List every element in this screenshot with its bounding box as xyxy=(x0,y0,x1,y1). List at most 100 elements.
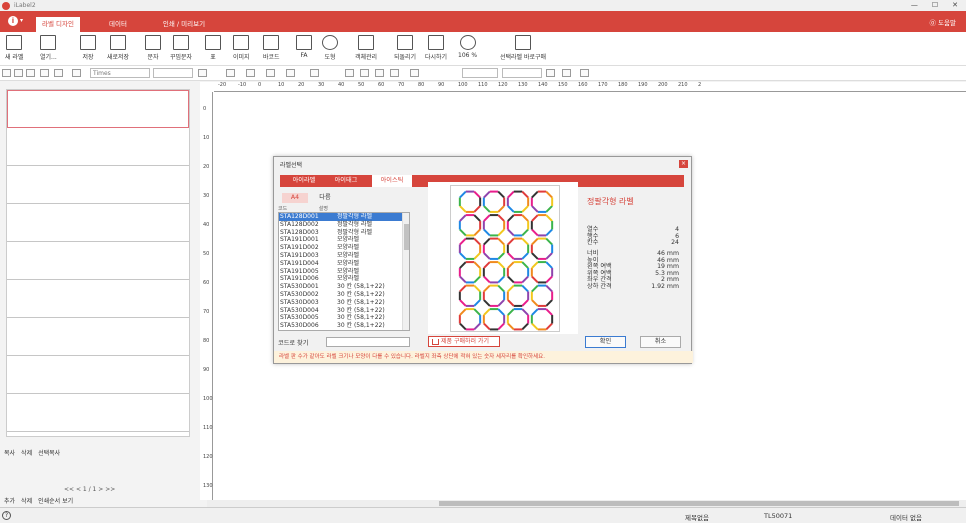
cancel-button[interactable]: 취소 xyxy=(640,336,681,348)
list-item[interactable]: STA191D003 모양라벨 xyxy=(279,252,409,260)
fill-icon[interactable] xyxy=(410,69,419,77)
page-actions: 추가 삭제 인쇄순서 보기 xyxy=(4,496,73,505)
redo-button[interactable]: 다시하기 xyxy=(425,35,447,61)
align-left-icon[interactable] xyxy=(345,69,354,77)
label-thumbnail[interactable] xyxy=(7,242,189,280)
barcode-button[interactable]: 바코드 xyxy=(263,35,280,61)
ok-button[interactable]: 확인 xyxy=(585,336,626,348)
code-search-input[interactable] xyxy=(326,337,410,347)
label-thumbnail[interactable] xyxy=(7,166,189,204)
pattern-icon[interactable] xyxy=(562,69,571,77)
octagon-edge xyxy=(483,252,491,260)
bold-icon[interactable] xyxy=(198,69,207,77)
open-button[interactable]: 열기... xyxy=(40,35,57,61)
line-width-select[interactable] xyxy=(462,68,498,78)
tab-label-design[interactable]: 라벨 디자인 xyxy=(36,17,80,32)
new-label-button[interactable]: 새 라벨 xyxy=(5,35,23,61)
minimize-button[interactable]: — xyxy=(911,0,918,11)
arrange-icon[interactable] xyxy=(72,69,81,77)
scrollbar-thumb[interactable] xyxy=(439,501,959,506)
color-icon[interactable] xyxy=(286,69,295,77)
font-grow-icon[interactable] xyxy=(226,69,235,77)
text-button[interactable]: 문자 xyxy=(145,35,161,61)
octagon-edge xyxy=(521,261,529,269)
select-copy-button[interactable]: 선택복사 xyxy=(38,448,60,457)
list-item[interactable]: STA191D004 모양라벨 xyxy=(279,260,409,268)
save-icon xyxy=(80,35,96,50)
layer-icon[interactable] xyxy=(54,69,63,77)
line-icon[interactable] xyxy=(390,69,399,77)
restore-button[interactable]: ☐ xyxy=(932,0,938,11)
align-center-icon[interactable] xyxy=(360,69,369,77)
list-item[interactable]: STA530D006 30 칸 (58,1+22) xyxy=(279,322,409,330)
list-scrollbar[interactable] xyxy=(402,213,409,330)
ruler-tick-label: 2 xyxy=(698,82,702,88)
list-item[interactable]: STA530D002 30 칸 (58,1+22) xyxy=(279,291,409,299)
label-thumbnail[interactable] xyxy=(7,280,189,318)
list-item[interactable]: STA530D005 30 칸 (58,1+22) xyxy=(279,314,409,322)
object-manage-button[interactable]: 객체관리 xyxy=(355,35,377,61)
size-a4-button[interactable]: A4 xyxy=(282,193,308,203)
underline-icon[interactable] xyxy=(266,69,275,77)
fill-color-icon[interactable] xyxy=(546,69,555,77)
lock-icon[interactable] xyxy=(40,69,49,77)
help-button[interactable]: ⓪ 도움말 xyxy=(929,17,956,27)
ruler-tick-label: 130 xyxy=(203,483,213,489)
title-bar: iLabel2 — ☐ ✕ xyxy=(0,0,966,11)
tab-print-preview[interactable]: 인쇄 / 미리보기 xyxy=(152,17,216,32)
close-button[interactable]: ✕ xyxy=(952,0,958,11)
italic-icon[interactable] xyxy=(246,69,255,77)
print-order-button[interactable]: 인쇄순서 보기 xyxy=(38,496,73,505)
list-item[interactable]: STA530D003 30 칸 (58,1+22) xyxy=(279,299,409,307)
list-item[interactable]: STA128D002 정팔각형 라벨 xyxy=(279,221,409,229)
tab-itag[interactable]: 아이태그 xyxy=(326,175,366,187)
line-style-select[interactable] xyxy=(502,68,542,78)
label-thumbnail[interactable] xyxy=(7,318,189,356)
zoom-button[interactable]: 106 % xyxy=(458,35,477,59)
save-as-button[interactable]: 새로저장 xyxy=(107,35,129,61)
table-button[interactable]: 표 xyxy=(205,35,221,61)
tab-data[interactable]: 데이터 xyxy=(96,17,140,32)
label-thumbnail[interactable] xyxy=(7,90,189,128)
delete-page-button[interactable]: 삭제 xyxy=(21,496,32,505)
page-navigator[interactable]: << < 1 / 1 > >> xyxy=(64,486,115,493)
styled-text-button[interactable]: 꾸밈문자 xyxy=(170,35,192,61)
app-menu-chevron-icon[interactable]: ▾ xyxy=(20,17,23,24)
tab-ilabel[interactable]: 아이라벨 xyxy=(284,175,324,187)
font-family-select[interactable]: Times xyxy=(90,68,150,78)
shape-button[interactable]: 도형 xyxy=(322,35,338,61)
transparency-icon[interactable] xyxy=(580,69,589,77)
copy-button[interactable]: 복사 xyxy=(4,448,15,457)
list-item[interactable]: STA191D002 모양라벨 xyxy=(279,244,409,252)
label-thumbnail[interactable] xyxy=(7,128,189,166)
tab-istick[interactable]: 아이스틱 xyxy=(372,175,412,187)
help-icon[interactable]: ? xyxy=(2,511,11,520)
delete-button[interactable]: 삭제 xyxy=(21,448,32,457)
list-item[interactable]: STA191D006 모양라벨 xyxy=(279,275,409,283)
add-page-button[interactable]: 추가 xyxy=(4,496,15,505)
effect-icon[interactable] xyxy=(310,69,319,77)
align-icon[interactable] xyxy=(2,69,11,77)
dialog-close-button[interactable]: × xyxy=(679,160,688,168)
fa-button[interactable]: FA xyxy=(296,35,312,59)
save-button[interactable]: 저장 xyxy=(80,35,96,61)
undo-button[interactable]: 되돌리기 xyxy=(394,35,416,61)
list-item[interactable]: STA128D001 정팔각형 라벨 xyxy=(279,213,409,221)
grid-icon[interactable] xyxy=(14,69,23,77)
font-size-select[interactable] xyxy=(153,68,193,78)
octagon-edge xyxy=(497,252,505,260)
size-other-button[interactable]: 다름 xyxy=(314,193,336,203)
label-thumbnail[interactable] xyxy=(7,394,189,432)
horizontal-scrollbar[interactable] xyxy=(207,500,966,507)
label-thumbnail[interactable] xyxy=(7,204,189,242)
list-item[interactable]: STA530D001 30 칸 (58,1+22) xyxy=(279,283,409,291)
buy-product-button[interactable]: 제품 구매하러 가기 xyxy=(428,336,500,347)
align-right-icon[interactable] xyxy=(375,69,384,77)
buy-selected-label-button[interactable]: 선택라벨 바로구매 xyxy=(500,35,546,61)
image-button[interactable]: 이미지 xyxy=(233,35,250,61)
page-icon[interactable] xyxy=(26,69,35,77)
label-code-list[interactable]: STA128D001 정팔각형 라벨 STA128D002 정팔각형 라벨 STA128… xyxy=(278,212,410,331)
app-menu-icon[interactable]: i xyxy=(8,16,18,26)
label-thumbnail[interactable] xyxy=(7,356,189,394)
list-scrollbar-thumb[interactable] xyxy=(404,224,409,250)
